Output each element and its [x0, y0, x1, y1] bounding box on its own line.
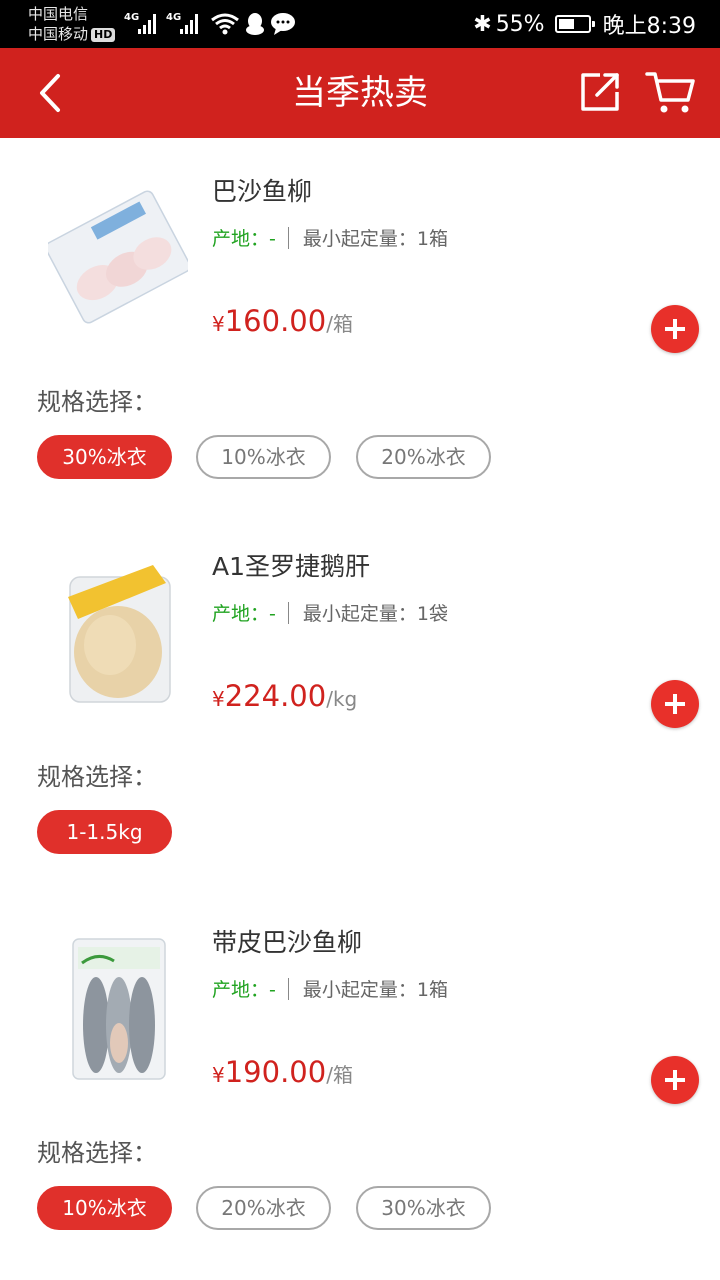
min-qty-value: 1袋 [416, 603, 448, 625]
product-price: ¥160.00/箱 [212, 304, 353, 338]
spec-option[interactable]: 20%冰衣 [356, 435, 491, 479]
product-meta: 产地：- 最小起定量：1袋 [212, 599, 448, 626]
battery-icon [554, 15, 595, 33]
cart-icon[interactable] [644, 68, 696, 116]
price-unit: /箱 [326, 312, 353, 336]
qq-icon [246, 13, 264, 35]
hd-badge: HD [91, 28, 116, 42]
currency-symbol: ¥ [212, 687, 225, 711]
min-qty-value: 1箱 [416, 228, 448, 250]
meta-divider [287, 602, 289, 624]
spec-option[interactable]: 20%冰衣 [196, 1186, 331, 1230]
currency-symbol: ¥ [212, 312, 225, 336]
carrier-1-label: 中国电信 [28, 5, 89, 23]
origin-value: - [269, 979, 276, 1001]
battery-percent: 55% [495, 11, 545, 37]
product-meta: 产地：- 最小起定量：1箱 [212, 224, 448, 251]
origin-value: - [269, 603, 276, 625]
product-card[interactable]: 巴沙鱼柳 产地：- 最小起定量：1箱 ¥160.00/箱 规格选择： 30%冰衣 … [0, 138, 720, 513]
product-price: ¥190.00/箱 [212, 1055, 353, 1089]
bluetooth-icon: ✱ [473, 11, 492, 37]
status-bar: 中国电信 中国移动 HD 4G 4G ✱ 55% 晚上8:39 [0, 0, 720, 48]
add-to-cart-button[interactable] [651, 1056, 699, 1104]
spec-option-selected[interactable]: 1-1.5kg [37, 810, 172, 854]
min-qty-value: 1箱 [416, 979, 448, 1001]
add-to-cart-button[interactable] [651, 680, 699, 728]
origin-label: 产地： [212, 228, 270, 250]
message-icon [271, 13, 295, 35]
spec-label: 规格选择： [37, 1139, 157, 1167]
origin-label: 产地： [212, 979, 270, 1001]
carrier-info: 中国电信 中国移动 HD [28, 4, 116, 44]
price-value: 224.00 [224, 679, 327, 713]
meta-divider [287, 978, 289, 1000]
product-image[interactable] [48, 557, 188, 707]
product-name[interactable]: 带皮巴沙鱼柳 [212, 923, 362, 959]
share-icon[interactable] [578, 70, 622, 114]
spec-option[interactable]: 30%冰衣 [356, 1186, 491, 1230]
currency-symbol: ¥ [212, 1063, 225, 1087]
back-arrow-icon[interactable] [30, 70, 74, 116]
price-value: 160.00 [224, 304, 327, 338]
carrier-2-label: 中国移动 [28, 25, 89, 43]
status-right: ✱ 55% 晚上8:39 [473, 8, 696, 40]
spec-option[interactable]: 10%冰衣 [196, 435, 331, 479]
min-qty-label: 最小起定量： [302, 603, 417, 625]
battery-fill [558, 19, 574, 29]
product-name[interactable]: 巴沙鱼柳 [212, 172, 312, 208]
origin-value: - [269, 228, 276, 250]
network-1-label: 4G [124, 12, 140, 23]
price-unit: /kg [326, 687, 358, 711]
app-header: 当季热卖 [0, 48, 720, 138]
product-price: ¥224.00/kg [212, 679, 357, 713]
origin-label: 产地： [212, 603, 270, 625]
clock: 晚上8:39 [602, 14, 696, 39]
spec-label: 规格选择： [37, 388, 157, 416]
product-name[interactable]: A1圣罗捷鹅肝 [212, 547, 370, 583]
add-to-cart-button[interactable] [651, 305, 699, 353]
price-value: 190.00 [224, 1055, 327, 1089]
product-card[interactable]: 带皮巴沙鱼柳 产地：- 最小起定量：1箱 ¥190.00/箱 规格选择： 10%冰… [0, 889, 720, 1264]
network-2-label: 4G [166, 12, 182, 23]
wifi-icon [211, 13, 239, 35]
price-unit: /箱 [326, 1063, 353, 1087]
product-image[interactable] [48, 182, 188, 332]
product-image[interactable] [48, 933, 188, 1083]
meta-divider [287, 227, 289, 249]
min-qty-label: 最小起定量： [302, 228, 417, 250]
spec-option-selected[interactable]: 10%冰衣 [37, 1186, 172, 1230]
spec-label: 规格选择： [37, 763, 157, 791]
min-qty-label: 最小起定量： [302, 979, 417, 1001]
product-card[interactable]: A1圣罗捷鹅肝 产地：- 最小起定量：1袋 ¥224.00/kg 规格选择： 1-… [0, 513, 720, 888]
product-meta: 产地：- 最小起定量：1箱 [212, 975, 448, 1002]
spec-option-selected[interactable]: 30%冰衣 [37, 435, 172, 479]
